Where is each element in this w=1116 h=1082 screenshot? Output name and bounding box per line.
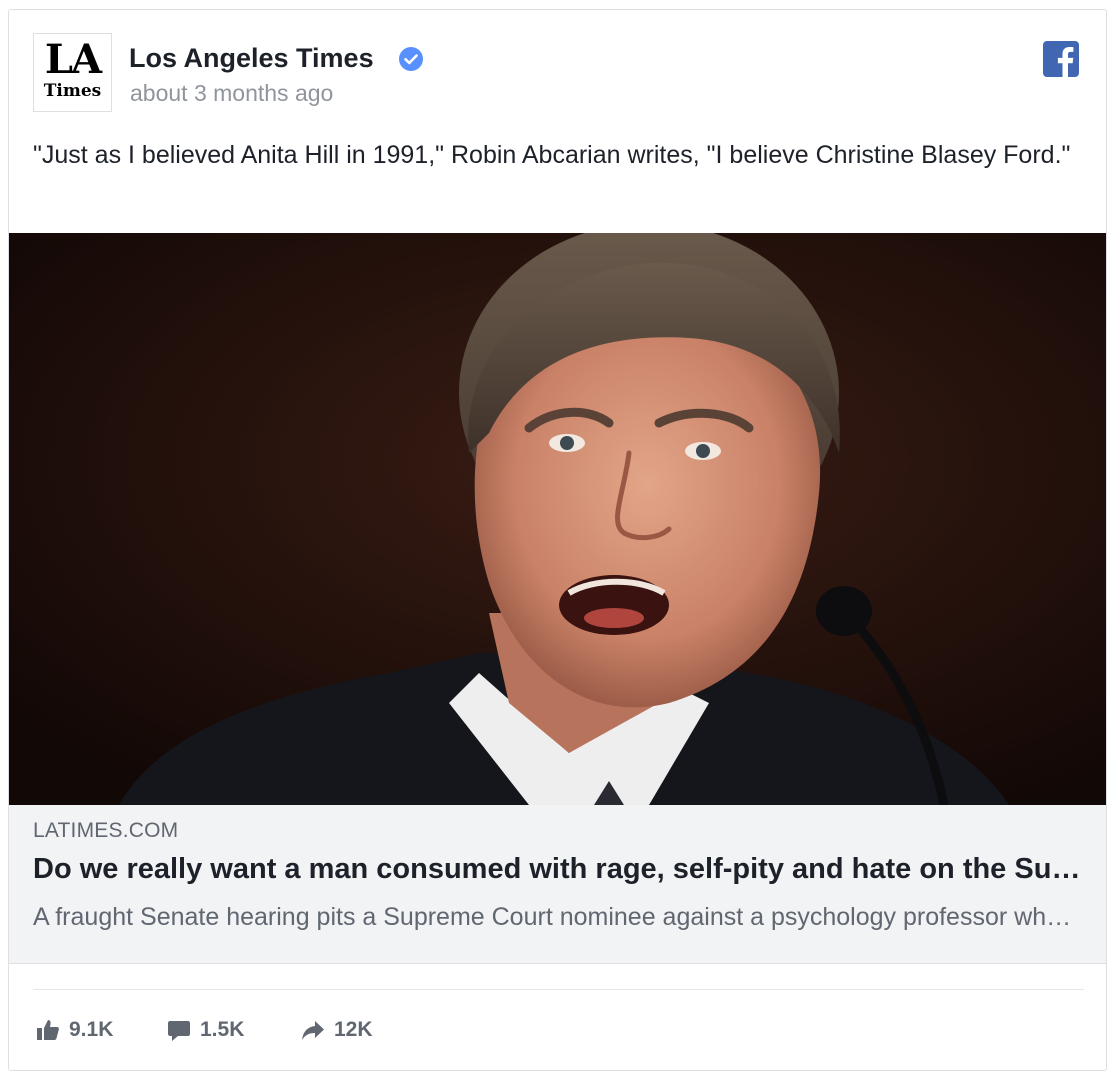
link-preview[interactable]: LATIMES.COM Do we really want a man cons… — [9, 805, 1106, 964]
page-avatar[interactable]: LA Times — [33, 33, 112, 112]
facebook-post-card: LA Times Los Angeles Times about 3 month… — [8, 9, 1107, 1071]
post-timestamp[interactable]: about 3 months ago — [130, 80, 333, 107]
like-count[interactable]: 9.1K — [36, 1016, 113, 1044]
link-title[interactable]: Do we really want a man consumed with ra… — [33, 853, 1083, 886]
logo-text-la: LA — [44, 36, 102, 83]
facebook-icon[interactable] — [1043, 41, 1079, 77]
post-photo[interactable] — [9, 233, 1107, 805]
verified-badge-icon — [399, 47, 423, 71]
post-message: "Just as I believed Anita Hill in 1991,"… — [33, 141, 1071, 169]
link-domain: LATIMES.COM — [33, 819, 179, 842]
share-arrow-icon — [302, 1021, 324, 1040]
comment-count-value: 1.5K — [200, 1018, 245, 1041]
thumbs-up-icon — [37, 1020, 59, 1040]
stats-divider — [33, 989, 1084, 990]
logo-text-times: Times — [43, 81, 102, 101]
share-count[interactable]: 12K — [301, 1016, 373, 1044]
link-description: A fraught Senate hearing pits a Supreme … — [33, 903, 1083, 931]
comment-icon — [168, 1021, 190, 1041]
share-count-value: 12K — [334, 1018, 373, 1041]
page-name-link[interactable]: Los Angeles Times — [129, 43, 374, 74]
comment-count[interactable]: 1.5K — [167, 1016, 244, 1044]
like-count-value: 9.1K — [69, 1018, 114, 1041]
